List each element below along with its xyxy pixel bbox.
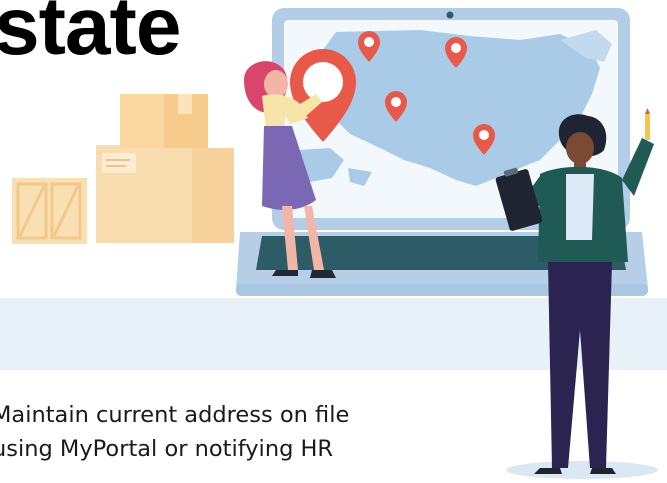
slide-title: state xyxy=(0,0,181,72)
pencil-icon xyxy=(645,108,650,140)
caption-line: Maintain current address on file xyxy=(0,402,350,428)
cardboard-box-icon xyxy=(12,94,234,244)
caption-line: using MyPortal or notifying HR xyxy=(0,436,334,462)
caption-text: Maintain current address on file using M… xyxy=(0,398,349,466)
